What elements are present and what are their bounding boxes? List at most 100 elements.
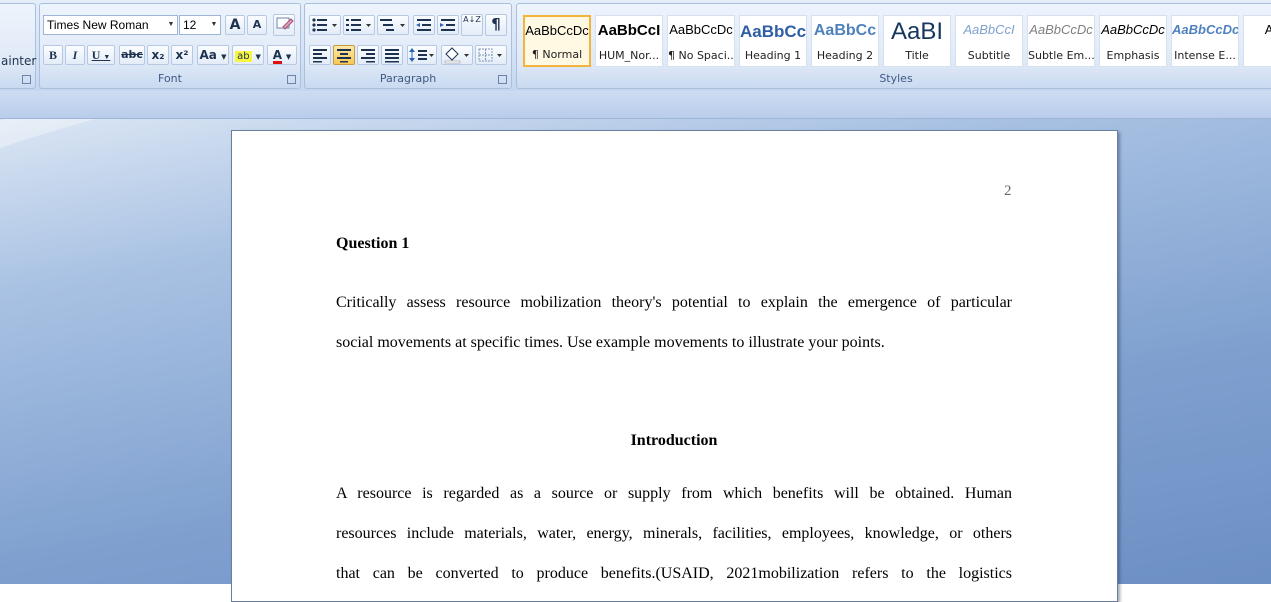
style-sample: AaB (1244, 22, 1271, 46)
numbering-button[interactable] (343, 15, 375, 35)
font-size-combo[interactable]: 12 ▼ (179, 15, 221, 35)
font-name-combo[interactable]: Times New Roman ▼ (43, 15, 178, 35)
style-name: Subtle Em... (1028, 49, 1094, 62)
subscript-icon: x₂ (151, 48, 165, 62)
increase-indent-icon (440, 19, 455, 31)
style-name: HUM_Nor... (598, 49, 660, 62)
ribbon-bottom-strip (0, 91, 1271, 119)
question-heading: Question 1 (336, 235, 410, 252)
styles-group: AaBbCcDc ¶ Normal AaBbCcI HUM_Nor... AaBbCcD… (516, 3, 1271, 89)
style-tile-5[interactable]: AaBbCc Heading 2 (811, 15, 879, 67)
underline-button[interactable]: U ▼ (87, 45, 115, 65)
paint-bucket-icon (444, 47, 469, 64)
introduction-heading: Introduction (630, 432, 718, 449)
sort-button[interactable]: A↓Z (461, 14, 483, 36)
shrink-font-button[interactable]: A (247, 15, 267, 35)
font-size-value: 12 (183, 18, 197, 32)
show-marks-button[interactable]: ¶ (485, 14, 507, 36)
grow-font-button[interactable]: A (225, 15, 245, 35)
align-right-icon (361, 49, 375, 63)
multilevel-list-button[interactable] (377, 15, 409, 35)
style-tile-7[interactable]: AaBbCcI Subtitle (955, 15, 1023, 67)
align-left-icon (313, 49, 327, 63)
align-center-button[interactable] (333, 45, 355, 65)
style-name: Intense E... (1174, 49, 1236, 62)
subscript-button[interactable]: x₂ (147, 45, 169, 65)
question-line-1: Critically assess resource mobilization … (336, 294, 1012, 311)
dropdown-arrow-icon[interactable]: ▼ (165, 16, 177, 34)
align-left-button[interactable] (309, 45, 331, 65)
shading-button[interactable] (441, 45, 473, 65)
style-tile-4[interactable]: AaBbCc Heading 1 (739, 15, 807, 67)
italic-icon: I (72, 48, 78, 62)
font-group-label: Font (158, 72, 182, 85)
clear-formatting-icon (276, 17, 294, 30)
superscript-button[interactable]: x² (171, 45, 193, 65)
style-sample: AaBbCcDc (525, 23, 589, 38)
bullets-button[interactable] (309, 15, 341, 35)
style-name: ¶ Normal (531, 48, 583, 61)
question-paragraph: Critically assess resource mobilization … (336, 283, 1012, 363)
font-name-value: Times New Roman (47, 18, 149, 32)
change-case-button[interactable]: Aa ▼ (197, 45, 229, 65)
paragraph-dialog-launcher-icon[interactable] (498, 75, 507, 84)
style-tile-9[interactable]: AaBbCcDc Emphasis (1099, 15, 1167, 67)
document-page[interactable]: 2 Question 1 Critically assess resource … (231, 130, 1118, 602)
clipboard-group: ainter (0, 3, 36, 89)
align-center-icon (337, 49, 351, 63)
bold-button[interactable]: B (43, 45, 63, 65)
borders-button[interactable] (475, 45, 507, 65)
ribbon: ainter Times New Roman ▼ 12 ▼ A A B I U … (0, 0, 1271, 92)
style-sample: AaBI (890, 22, 944, 45)
dropdown-arrow-icon[interactable]: ▼ (286, 53, 291, 61)
style-tile-10[interactable]: AaBbCcDc Intense E... (1171, 15, 1239, 67)
italic-button[interactable]: I (65, 45, 85, 65)
highlight-icon: ab (235, 51, 252, 62)
style-tile-2[interactable]: AaBbCcI HUM_Nor... (595, 15, 663, 67)
style-sample: AaBbCcI (597, 22, 661, 39)
increase-indent-button[interactable] (437, 15, 459, 35)
strikethrough-button[interactable]: abc (119, 45, 145, 65)
highlight-button[interactable]: ab ▼ (232, 45, 264, 65)
superscript-icon: x² (175, 48, 189, 62)
font-color-button[interactable]: A ▼ (267, 45, 297, 65)
line-spacing-button[interactable] (407, 45, 437, 65)
styles-group-label: Styles (879, 72, 913, 85)
style-name: Title (905, 49, 929, 62)
page-number: 2 (1004, 183, 1012, 199)
dropdown-arrow-icon[interactable]: ▼ (255, 53, 260, 61)
paragraph-mark-icon: ¶ (491, 15, 501, 33)
style-sample: AaBbCcDc (669, 22, 733, 37)
intro-line-2: resources include materials, water, ener… (336, 525, 1012, 542)
justify-icon (385, 49, 399, 63)
dropdown-arrow-icon[interactable]: ▼ (221, 53, 226, 61)
decrease-indent-button[interactable] (413, 15, 435, 35)
clipboard-launcher-icon[interactable] (22, 75, 31, 84)
style-tile-8[interactable]: AaBbCcDc Subtle Em... (1027, 15, 1095, 67)
justify-button[interactable] (381, 45, 403, 65)
multilevel-list-icon (380, 19, 405, 31)
borders-icon (478, 48, 502, 62)
style-name: Subtitle (967, 49, 1011, 62)
decrease-indent-icon (416, 19, 431, 31)
numbering-icon (346, 19, 371, 31)
style-name: ¶ No Spaci... (668, 49, 734, 62)
style-sample: AaBbCcI (963, 22, 1015, 37)
font-dialog-launcher-icon[interactable] (287, 75, 296, 84)
style-tile-3[interactable]: AaBbCcDc ¶ No Spaci... (667, 15, 735, 67)
style-tile-1[interactable]: AaBbCcDc ¶ Normal (523, 15, 591, 67)
format-painter-label[interactable]: ainter (1, 54, 36, 68)
dropdown-arrow-icon[interactable]: ▼ (103, 53, 110, 61)
line-spacing-icon (409, 48, 434, 62)
align-right-button[interactable] (357, 45, 379, 65)
bold-icon: B (48, 48, 57, 62)
introduction-paragraph: A resource is regarded as a source or su… (336, 474, 1012, 594)
question-line-2: social movements at specific times. Use … (336, 334, 885, 351)
style-sample: AaBbCc (813, 22, 877, 39)
clear-formatting-button[interactable] (273, 14, 295, 36)
style-tile-6[interactable]: AaBI Title (883, 15, 951, 67)
paragraph-group-label: Paragraph (379, 72, 437, 85)
style-tile-11[interactable]: AaB St (1243, 15, 1271, 67)
change-case-icon: Aa (199, 48, 217, 62)
dropdown-arrow-icon[interactable]: ▼ (208, 16, 220, 34)
